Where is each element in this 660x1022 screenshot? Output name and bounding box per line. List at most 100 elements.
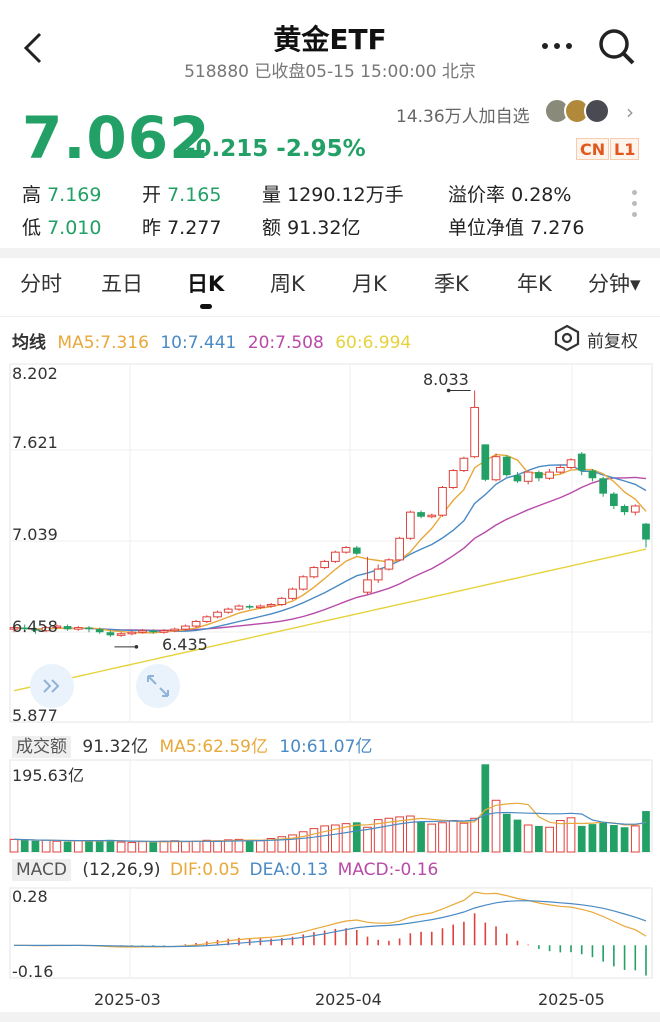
candle — [630, 505, 640, 513]
candle — [545, 471, 554, 479]
candle — [341, 547, 351, 553]
price-tick: 8.202 — [12, 364, 58, 383]
volume-bar — [535, 825, 543, 852]
fullscreen-button — [136, 664, 180, 708]
volume-bar — [545, 826, 554, 853]
volume-label[interactable]: 成交额 — [12, 736, 71, 758]
date-tick: 2025-03 — [94, 990, 161, 1009]
candle — [610, 493, 618, 506]
volume-bar — [513, 819, 522, 852]
volume-bar — [170, 840, 180, 853]
macd-dea: DEA:0.13 — [249, 860, 329, 880]
volume-bar — [523, 824, 533, 853]
volume-bar — [599, 822, 608, 852]
candle — [620, 505, 629, 513]
candle — [470, 406, 479, 458]
max-marker-dot — [446, 388, 451, 393]
candle — [234, 605, 244, 610]
candle — [417, 512, 425, 517]
price-tick: 7.621 — [12, 433, 58, 452]
candle — [309, 567, 319, 578]
candle — [106, 632, 115, 636]
macd-legend: MACD (12,26,9) DIF:0.05 DEA:0.13 MACD:-0… — [12, 859, 439, 881]
volume-bar — [52, 840, 62, 853]
volume-bar — [502, 813, 511, 852]
volume-value: 91.32亿 — [82, 737, 149, 757]
volume-bar — [642, 811, 650, 852]
candle — [288, 588, 297, 599]
volume-bar — [127, 842, 137, 853]
macd-dif: DIF:0.05 — [169, 860, 241, 880]
volume-bar — [610, 825, 618, 852]
volume-bar — [41, 839, 51, 853]
volume-bar — [191, 840, 201, 853]
volume-bar — [149, 842, 158, 852]
volume-bar — [555, 820, 565, 853]
date-tick: 2025-05 — [538, 990, 605, 1009]
candle — [277, 597, 287, 606]
candle — [330, 551, 340, 562]
candle — [116, 633, 126, 636]
candle — [481, 444, 490, 480]
volume-bar — [395, 816, 404, 853]
volume-bar — [630, 825, 640, 853]
candle — [577, 453, 586, 471]
volume-bar — [202, 839, 212, 853]
price-tick: 5.877 — [12, 706, 58, 725]
volume-bar — [245, 840, 254, 852]
date-tick: 2025-04 — [315, 990, 382, 1009]
candle — [373, 568, 383, 581]
volume-bar — [427, 823, 437, 853]
volume-bar — [309, 828, 319, 853]
volume-bar — [31, 840, 40, 852]
candle — [138, 630, 147, 633]
candle — [555, 466, 565, 473]
ma60-line — [13, 548, 647, 692]
candle — [213, 611, 222, 618]
volume-bar — [85, 841, 93, 852]
volume-bar — [577, 825, 586, 852]
volume-bar — [405, 815, 415, 853]
volume-bar — [73, 840, 83, 853]
candle — [266, 604, 276, 607]
ma20-line — [13, 476, 647, 631]
candle — [63, 626, 72, 630]
candle — [588, 470, 597, 479]
volume-bar — [448, 820, 458, 853]
candle — [223, 608, 233, 613]
candle — [352, 547, 361, 554]
volume-bar — [470, 817, 479, 853]
macd-label[interactable]: MACD — [12, 859, 71, 881]
candle — [170, 628, 180, 632]
candle — [535, 472, 543, 479]
min-marker-dot — [134, 645, 139, 649]
volume-ma10: 10:61.07亿 — [279, 737, 373, 757]
volume-bar — [459, 822, 469, 853]
candle — [523, 471, 533, 482]
candle — [363, 579, 372, 593]
macd-top-tick: 0.28 — [12, 887, 48, 906]
candle — [427, 514, 437, 518]
volume-bar — [298, 831, 308, 853]
volume-bar — [63, 841, 72, 852]
macd-params: (12,26,9) — [82, 860, 161, 880]
candle — [566, 459, 576, 468]
macd-value: MACD:-0.16 — [337, 860, 439, 880]
volume-bar — [159, 840, 169, 853]
volume-bar — [213, 840, 222, 853]
candle — [384, 559, 394, 570]
volume-bar — [620, 827, 629, 852]
volume-bar — [138, 841, 147, 853]
price-pane-frame — [9, 363, 653, 723]
candle — [320, 560, 330, 569]
volume-bar — [417, 821, 425, 852]
volume-legend: 成交额 91.32亿 MA5:62.59亿 10:61.07亿 — [12, 732, 373, 758]
volume-bar — [352, 822, 361, 852]
candle — [127, 631, 137, 635]
volume-bar — [588, 824, 597, 852]
bottom-divider — [0, 1012, 660, 1022]
volume-bar — [384, 817, 394, 853]
candle — [395, 537, 404, 561]
volume-bar — [256, 840, 265, 853]
candle — [95, 629, 104, 633]
